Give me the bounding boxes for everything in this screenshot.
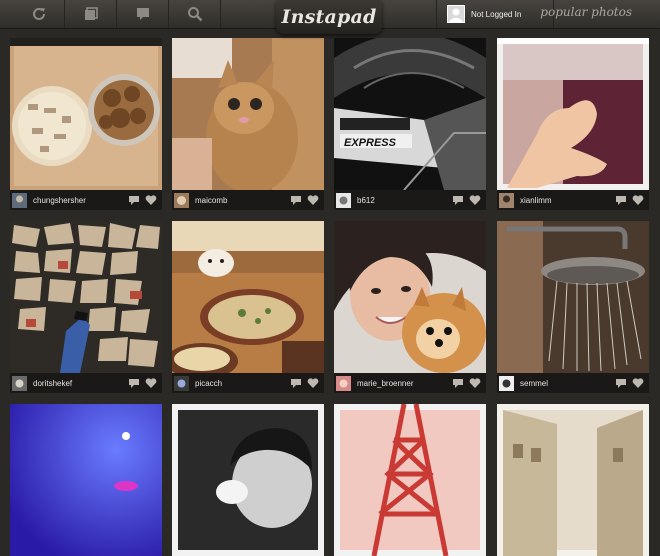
- photo-username[interactable]: semmel: [520, 379, 615, 388]
- comment-icon[interactable]: [290, 377, 302, 389]
- refresh-icon: [33, 7, 45, 20]
- heart-icon[interactable]: [145, 377, 157, 389]
- comment-icon[interactable]: [615, 194, 627, 206]
- user-avatar[interactable]: [12, 192, 27, 208]
- search-icon: [188, 7, 203, 22]
- photo-image[interactable]: [497, 38, 649, 190]
- login-status-label: Not Logged In: [471, 9, 522, 19]
- heart-icon[interactable]: [469, 377, 481, 389]
- comment-icon[interactable]: [128, 194, 140, 206]
- default-avatar-icon: [447, 5, 465, 23]
- comment-icon[interactable]: [128, 377, 140, 389]
- photo-image[interactable]: EXPRESS: [334, 38, 486, 190]
- user-avatar[interactable]: [12, 375, 27, 391]
- photo-username[interactable]: chungshersher: [33, 196, 128, 205]
- photo-footer: doritshekef: [10, 373, 162, 393]
- user-avatar[interactable]: [174, 375, 189, 391]
- app-title: Instapad: [281, 6, 377, 28]
- section-title: popular photos: [540, 5, 632, 19]
- user-avatar[interactable]: [336, 375, 351, 391]
- photo-image[interactable]: [10, 38, 162, 190]
- heart-icon[interactable]: [145, 194, 157, 206]
- user-avatar[interactable]: [499, 375, 514, 391]
- photo-username[interactable]: b612: [357, 196, 452, 205]
- photo-image[interactable]: [172, 221, 324, 373]
- comment-icon[interactable]: [452, 377, 464, 389]
- photos-button[interactable]: [66, 0, 117, 28]
- photo-image[interactable]: [10, 221, 162, 373]
- photo-footer: picacch: [172, 373, 324, 393]
- photo-username[interactable]: marie_broenner: [357, 379, 452, 388]
- comment-icon[interactable]: [290, 194, 302, 206]
- photo-footer: marie_broenner: [334, 373, 486, 393]
- photo-image[interactable]: [172, 404, 324, 556]
- heart-icon[interactable]: [469, 194, 481, 206]
- photo-image[interactable]: [334, 404, 486, 556]
- photos-icon: [85, 7, 98, 20]
- photo-footer: b612: [334, 190, 486, 210]
- comment-icon[interactable]: [452, 194, 464, 206]
- photo-image[interactable]: [172, 38, 324, 190]
- photo-image[interactable]: [497, 221, 649, 373]
- comment-icon[interactable]: [615, 377, 627, 389]
- heart-icon[interactable]: [632, 194, 644, 206]
- comments-button[interactable]: [118, 0, 169, 28]
- photo-footer: maicomb: [172, 190, 324, 210]
- heart-icon[interactable]: [307, 194, 319, 206]
- photo-image[interactable]: [10, 404, 162, 556]
- photo-username[interactable]: maicomb: [195, 196, 290, 205]
- photo-footer: xianlimm: [497, 190, 649, 210]
- photo-username[interactable]: xianlimm: [520, 196, 615, 205]
- user-avatar[interactable]: [336, 192, 351, 208]
- user-status[interactable]: Not Logged In: [436, 0, 554, 28]
- photo-username[interactable]: doritshekef: [33, 379, 128, 388]
- heart-icon[interactable]: [307, 377, 319, 389]
- photo-username[interactable]: picacch: [195, 379, 290, 388]
- app-logo[interactable]: Instapad: [276, 0, 382, 34]
- photo-footer: chungshersher: [10, 190, 162, 210]
- photo-footer: semmel: [497, 373, 649, 393]
- refresh-button[interactable]: [14, 0, 65, 28]
- user-avatar[interactable]: [499, 192, 514, 208]
- photo-image[interactable]: [334, 221, 486, 373]
- user-avatar[interactable]: [174, 192, 189, 208]
- svg-text:EXPRESS: EXPRESS: [344, 137, 397, 149]
- heart-icon[interactable]: [632, 377, 644, 389]
- photo-image[interactable]: [497, 404, 649, 556]
- comment-icon: [137, 8, 149, 20]
- search-button[interactable]: [170, 0, 221, 28]
